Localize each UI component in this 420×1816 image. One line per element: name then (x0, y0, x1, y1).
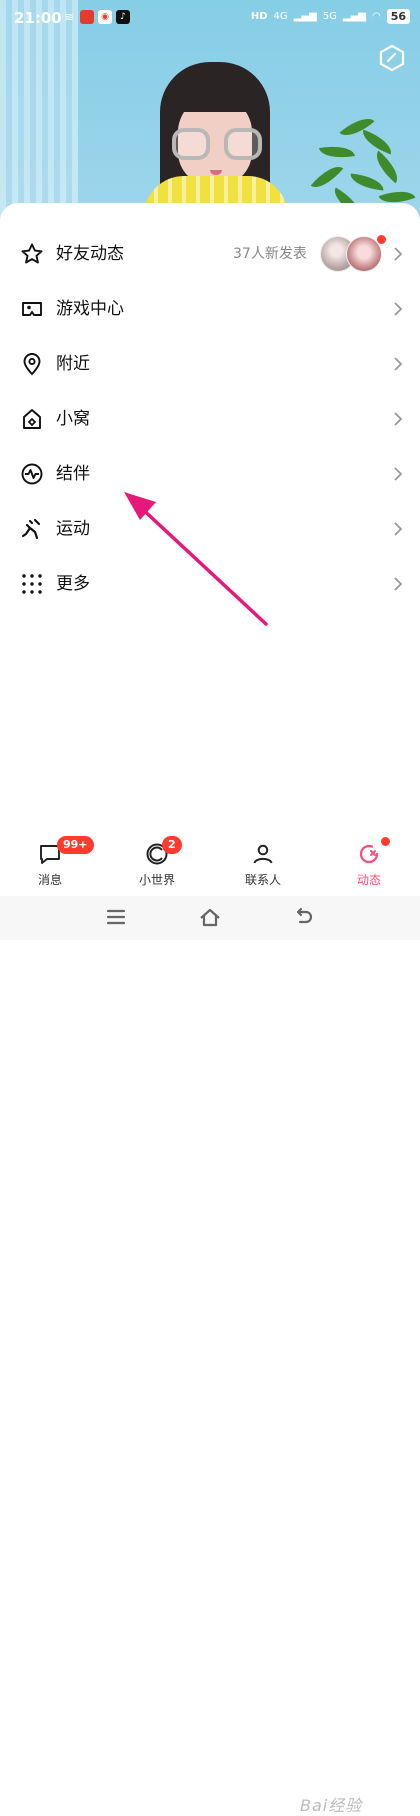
notification-app-icon: ≋ (63, 10, 75, 24)
tab-label: 联系人 (244, 873, 281, 887)
friend-avatars (320, 234, 387, 272)
star-icon (20, 242, 44, 266)
friends-new-posts-count: 37人新发表 (233, 246, 307, 262)
status-time: 21:00 (14, 9, 62, 27)
dynamic-icon (357, 842, 381, 866)
chevron-right-icon (392, 576, 404, 592)
tab-small-world[interactable]: 2 小世界 (112, 836, 202, 892)
avatar-character[interactable] (144, 58, 288, 226)
baidu-watermark: Bai经验 (300, 1796, 363, 1815)
menu-item-label: 小窝 (56, 409, 90, 429)
new-dot-badge (380, 836, 391, 847)
menu-icon[interactable] (104, 906, 128, 928)
home-button-icon[interactable] (198, 906, 222, 928)
menu-item-nearby[interactable]: 附近 (0, 337, 420, 392)
game-icon (20, 297, 44, 321)
news-app-icon (80, 10, 94, 24)
chevron-right-icon (392, 356, 404, 372)
tiktok-app-icon: ♪ (116, 10, 130, 24)
status-bar: 21:00 ≋ ◉ ♪ HD 4G ▂▄▆ 5G ▂▄▆ ◠ 56 (0, 0, 420, 34)
system-nav-bar: Bai经验 (0, 896, 420, 1815)
tab-label: 动态 (356, 873, 381, 887)
menu-item-label: 更多 (56, 574, 90, 594)
menu-item-label: 结伴 (56, 464, 90, 484)
tab-label: 消息 (37, 873, 62, 887)
chevron-right-icon (392, 301, 404, 317)
wifi-icon: ◠ (371, 11, 381, 22)
running-icon (20, 517, 44, 541)
chevron-right-icon (392, 246, 404, 262)
signal-bars-icon: ▂▄▆ (342, 11, 366, 22)
signal-bars-icon: ▂▄▆ (293, 11, 317, 22)
menu-item-companion[interactable]: 结伴 (0, 447, 420, 502)
hd-indicator: HD (250, 11, 268, 22)
unread-badge: 2 (162, 836, 182, 854)
companion-icon (20, 462, 44, 486)
tab-contacts[interactable]: 联系人 (218, 838, 308, 892)
menu-item-game-center[interactable]: 游戏中心 (0, 282, 420, 337)
contacts-icon (251, 842, 275, 866)
menu-item-home-nest[interactable]: 小窝 (0, 392, 420, 447)
menu-item-friends-feed[interactable]: 好友动态 37人新发表 (0, 227, 420, 282)
unread-badge: 99+ (57, 836, 94, 854)
menu-item-sports[interactable]: 运动 (0, 502, 420, 557)
battery-indicator: 56 (386, 9, 410, 24)
weibo-app-icon: ◉ (98, 10, 112, 24)
menu-item-label: 运动 (56, 519, 90, 539)
menu-item-label: 游戏中心 (56, 299, 124, 319)
tab-dynamic[interactable]: 动态 (324, 836, 414, 892)
bottom-tab-bar: 99+ 消息 2 小世界 联系人 动态 (0, 830, 420, 892)
menu-item-more[interactable]: 更多 (0, 557, 420, 612)
menu-item-label: 好友动态 (56, 244, 124, 264)
tab-messages[interactable]: 99+ 消息 (5, 836, 95, 892)
chevron-right-icon (392, 521, 404, 537)
new-dot-badge (376, 234, 387, 245)
chevron-right-icon (392, 411, 404, 427)
signal-5g-indicator: 5G (322, 11, 337, 22)
tab-label: 小世界 (138, 873, 175, 887)
settings-hexagon-icon[interactable] (378, 44, 406, 72)
chevron-right-icon (392, 466, 404, 482)
back-icon[interactable] (292, 906, 316, 928)
home-icon (20, 407, 44, 431)
signal-4g-indicator: 4G (273, 11, 288, 22)
menu-item-label: 附近 (56, 354, 90, 374)
location-pin-icon (20, 352, 44, 376)
grid-icon (20, 572, 44, 596)
